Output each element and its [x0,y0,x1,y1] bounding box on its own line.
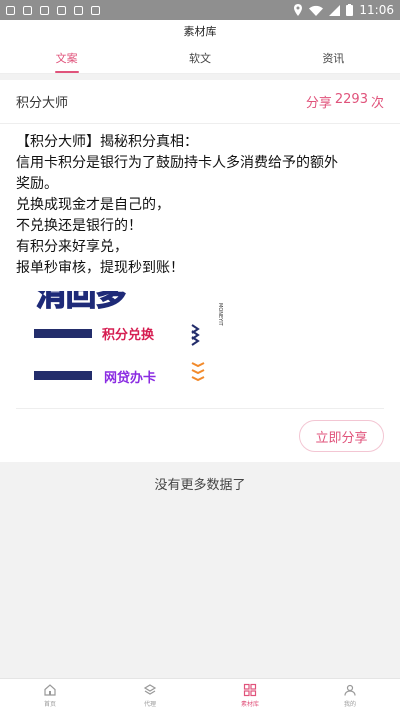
user-icon [344,684,356,696]
promo-side-text: MONEYIT [217,303,223,327]
share-count: 分享 2293 次 [306,92,384,111]
home-icon [44,683,56,696]
share-count-suffix: 次 [370,96,384,111]
promo-top-text: 消回多 [36,291,126,313]
post-line: 有积分来好享兑， [16,239,128,255]
share-button[interactable]: 立即分享 [299,420,384,452]
notification-icons [6,5,100,15]
divider [16,408,384,409]
grid-icon [243,683,257,696]
nav-agent[interactable]: 代理 [100,679,200,711]
battery-icon [346,4,354,16]
post-card: 积分大师 分享 2293 次 【积分大师】揭秘积分真相： 信用卡积分是银行为了鼓… [0,80,400,462]
post-author: 积分大师 [16,96,69,111]
bottom-navigation: 首页 代理 素材库 我的 [0,678,400,711]
location-icon [294,4,303,16]
layers-icon [143,683,157,695]
no-more-data-text: 没有更多数据了 [154,478,246,493]
post-image[interactable]: 消回多 积分兑换 网贷办卡 MONEYIT [16,291,226,397]
app-title-bar: 素材库 [0,20,400,42]
nav-mine[interactable]: 我的 [300,679,400,711]
tab-ruanwen[interactable]: 软文 [133,42,266,73]
promo-bar [34,371,92,380]
nav-material-library[interactable]: 素材库 [200,679,300,711]
tab-zixun[interactable]: 资讯 [267,42,400,73]
status-bar: 11:06 [0,0,400,20]
wifi-icon [309,5,324,16]
promo-graphic: 消回多 积分兑换 网贷办卡 MONEYIT [16,291,226,397]
nav-home[interactable]: 首页 [0,679,100,711]
post-body: 【积分大师】揭秘积分真相： 信用卡积分是银行为了鼓励持卡人多消费给予的额外 奖励… [0,124,400,279]
nav-home-label: 首页 [43,700,56,708]
promo-bar [34,329,92,338]
category-tabs: 文案 软文 资讯 [0,42,400,74]
notification-icon [91,5,100,15]
promo-line1: 积分兑换 [102,327,155,343]
signal-icon [329,4,341,16]
post-header: 积分大师 分享 2293 次 [0,80,400,124]
nav-agent-label: 代理 [143,700,156,708]
tab-wenan[interactable]: 文案 [0,42,133,73]
notification-icon [74,5,83,15]
notification-icon [57,5,66,15]
notification-icon [40,5,49,15]
page-title: 素材库 [183,25,217,38]
post-line: 报单秒审核，提现秒到账！ [16,260,184,276]
post-line: 兑换成现金才是自己的， [16,197,170,213]
notification-icon [23,5,32,15]
nav-material-library-label: 素材库 [240,700,259,708]
nav-mine-label: 我的 [343,700,356,708]
post-line: 信用卡积分是银行为了鼓励持卡人多消费给予的额外 [16,155,338,171]
post-line: 不兑换还是银行的！ [16,218,142,234]
notification-icon [6,5,15,15]
post-line: 【积分大师】揭秘积分真相： [16,134,198,150]
status-time: 11:06 [359,3,394,17]
post-line: 奖励。 [16,176,58,192]
share-count-number: 2293 [334,92,368,107]
promo-line2: 网贷办卡 [104,370,156,386]
share-count-prefix: 分享 [305,96,332,111]
